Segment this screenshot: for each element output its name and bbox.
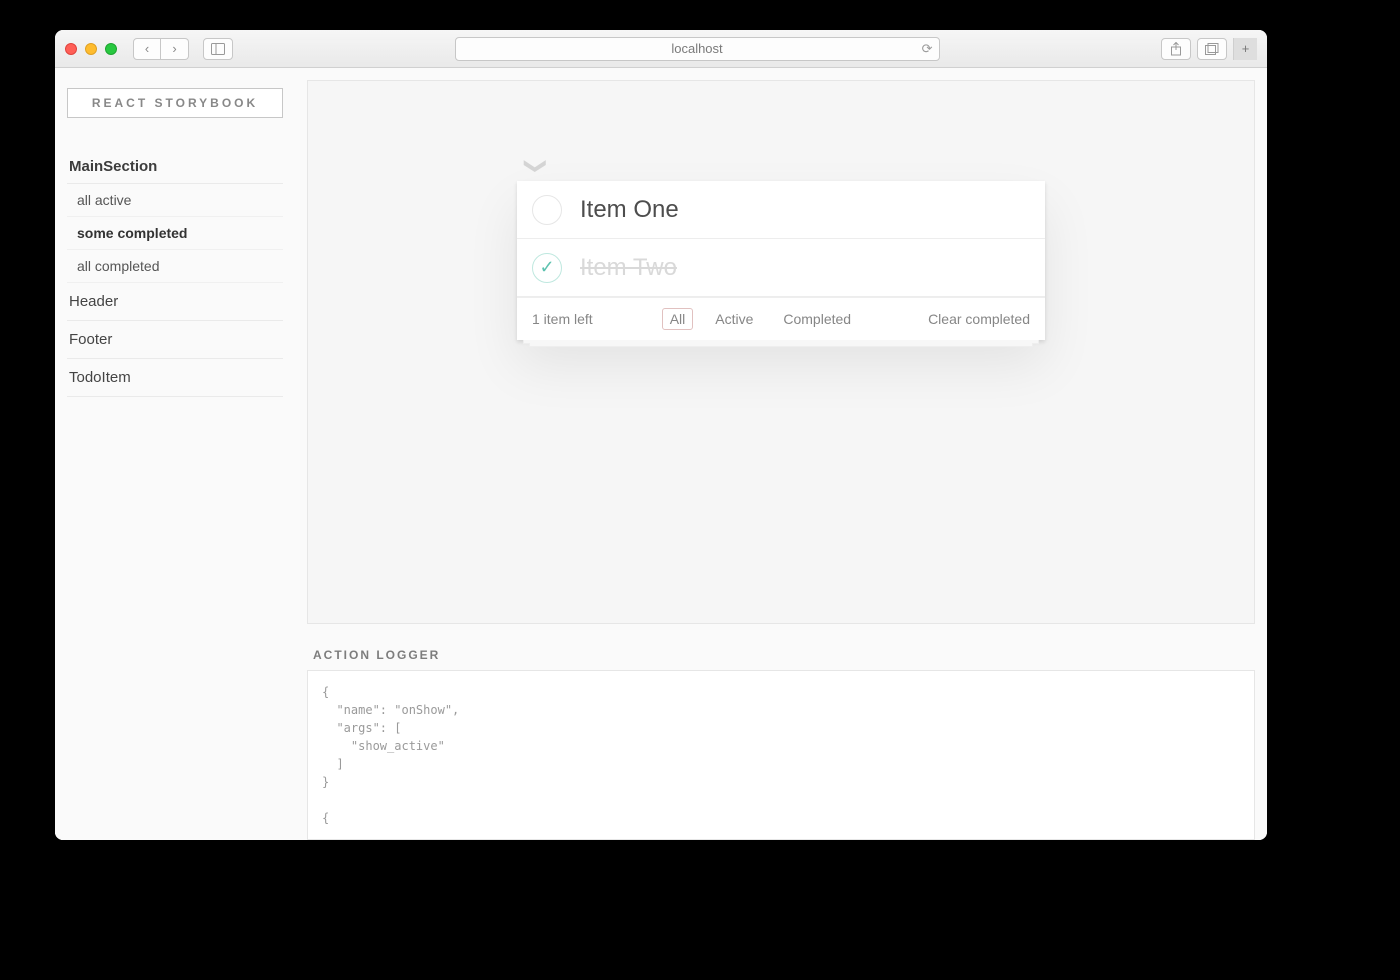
main-area: ❯ Item One ✓ Item Two [295, 68, 1267, 840]
section-mainsection[interactable]: MainSection [67, 150, 283, 184]
todo-list: Item One ✓ Item Two [517, 181, 1045, 297]
todo-footer: 1 item left All Active Completed Clear c… [517, 297, 1045, 340]
forward-button[interactable]: › [161, 38, 189, 60]
preview-canvas: ❯ Item One ✓ Item Two [307, 80, 1255, 624]
toggle-all-button[interactable]: ❯ [527, 153, 545, 179]
todo-filters: All Active Completed [662, 308, 859, 330]
todo-app: ❯ Item One ✓ Item Two [517, 181, 1045, 340]
group-label: Footer [69, 331, 112, 348]
tabs-icon [1205, 43, 1219, 55]
group-label: TodoItem [69, 369, 131, 386]
story-label: some completed [77, 225, 187, 241]
chevron-right-icon: › [172, 41, 176, 56]
filter-active[interactable]: Active [707, 308, 761, 330]
story-some-completed[interactable]: some completed [67, 217, 283, 250]
tabs-button[interactable] [1197, 38, 1227, 60]
check-icon: ✓ [539, 257, 554, 278]
storybook-sidebar: REACT STORYBOOK MainSection all active s… [55, 68, 295, 840]
brand-label: REACT STORYBOOK [92, 96, 258, 110]
action-logger-title: ACTION LOGGER [295, 636, 1267, 670]
browser-window: ‹ › localhost ⟳ + [55, 30, 1267, 840]
share-icon [1170, 42, 1182, 56]
browser-titlebar: ‹ › localhost ⟳ + [55, 30, 1267, 68]
page-body: REACT STORYBOOK MainSection all active s… [55, 68, 1267, 840]
close-window-button[interactable] [65, 43, 77, 55]
window-controls [65, 43, 117, 55]
filter-completed[interactable]: Completed [775, 308, 859, 330]
story-all-completed[interactable]: all completed [67, 250, 283, 283]
chevron-left-icon: ‹ [145, 41, 149, 56]
group-label: Header [69, 293, 118, 310]
story-all-active[interactable]: all active [67, 184, 283, 217]
todo-item[interactable]: ✓ Item Two [517, 239, 1045, 297]
section-header[interactable]: Header [67, 283, 283, 321]
section-label: MainSection [69, 158, 157, 175]
card-stack-decoration [517, 340, 1045, 346]
section-todoitem[interactable]: TodoItem [67, 359, 283, 397]
todo-label: Item One [580, 196, 679, 224]
share-button[interactable] [1161, 38, 1191, 60]
sidebar-icon [211, 43, 225, 55]
brand-button[interactable]: REACT STORYBOOK [67, 88, 283, 118]
action-logger-panel[interactable]: { "name": "onShow", "args": [ "show_acti… [307, 670, 1255, 840]
todo-label: Item Two [580, 254, 677, 282]
todo-checkbox[interactable]: ✓ [532, 253, 562, 283]
story-label: all active [77, 192, 131, 208]
back-button[interactable]: ‹ [133, 38, 161, 60]
nav-buttons: ‹ › [133, 38, 189, 60]
story-label: all completed [77, 258, 160, 274]
maximize-window-button[interactable] [105, 43, 117, 55]
clear-completed-button[interactable]: Clear completed [928, 311, 1030, 327]
minimize-window-button[interactable] [85, 43, 97, 55]
plus-icon: + [1242, 41, 1250, 56]
filter-all[interactable]: All [662, 308, 694, 330]
chevron-down-icon: ❯ [523, 157, 549, 175]
todo-checkbox[interactable] [532, 195, 562, 225]
address-text: localhost [671, 41, 722, 56]
todo-count: 1 item left [532, 311, 593, 327]
new-tab-button[interactable]: + [1233, 38, 1257, 60]
todo-item[interactable]: Item One [517, 181, 1045, 239]
reload-button[interactable]: ⟳ [922, 41, 933, 57]
sidebar-toggle-button[interactable] [203, 38, 233, 60]
section-footer[interactable]: Footer [67, 321, 283, 359]
address-bar[interactable]: localhost ⟳ [455, 37, 940, 61]
